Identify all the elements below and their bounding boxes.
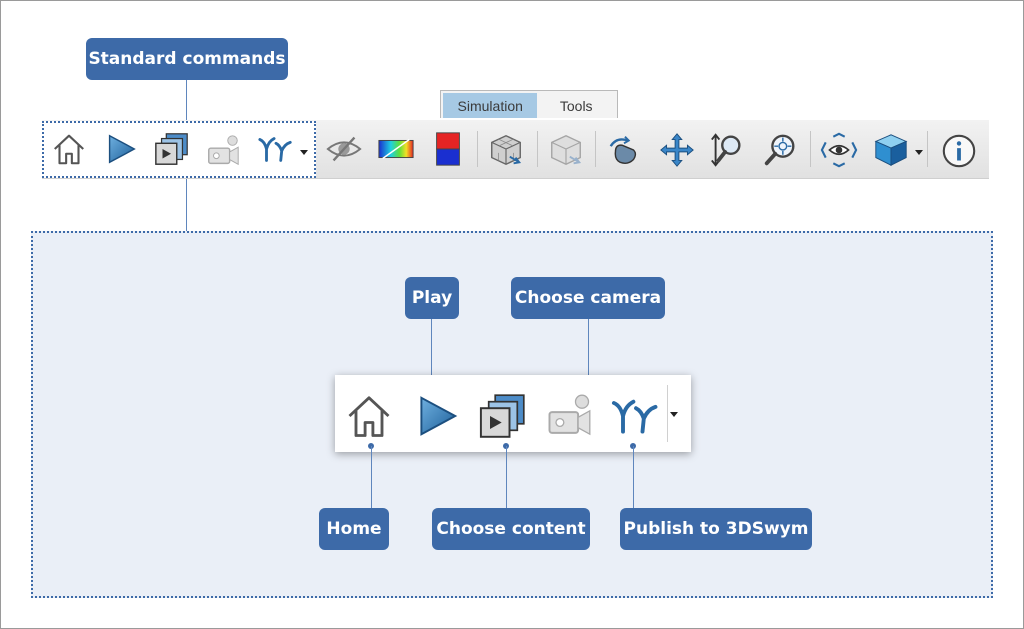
pan-icon[interactable] xyxy=(658,131,696,169)
gradient-icon[interactable] xyxy=(377,130,415,168)
publish-3dswym-icon[interactable] xyxy=(257,130,295,168)
connector-home xyxy=(371,446,372,508)
mesh-cube-gray-icon[interactable] xyxy=(547,131,585,169)
color-bar-icon[interactable] xyxy=(429,130,467,168)
mesh-cube-icon[interactable] xyxy=(487,131,525,169)
play-icon[interactable] xyxy=(102,130,140,168)
publish-3dswym-icon[interactable] xyxy=(610,390,662,442)
callout-play: Play xyxy=(405,277,459,319)
play-icon[interactable] xyxy=(411,390,463,442)
callout-home: Home xyxy=(319,508,389,550)
callout-choose-content: Choose content xyxy=(432,508,590,550)
rotate-hand-icon[interactable] xyxy=(605,131,643,169)
callout-publish: Publish to 3DSwym xyxy=(620,508,812,550)
choose-content-icon[interactable] xyxy=(477,390,529,442)
view-eye-icon[interactable] xyxy=(820,131,858,169)
toolbar-separator xyxy=(810,131,811,167)
publish-dropdown-icon[interactable] xyxy=(670,412,678,417)
publish-dropdown-icon[interactable] xyxy=(300,150,308,155)
home-icon[interactable] xyxy=(50,130,88,168)
connector-standard-bottom xyxy=(186,178,187,231)
choose-camera-icon[interactable] xyxy=(204,132,242,170)
toolbar-separator xyxy=(927,131,928,167)
toolbar-separator xyxy=(477,131,478,167)
visibility-icon[interactable] xyxy=(325,130,363,168)
choose-content-icon[interactable] xyxy=(153,130,191,168)
choose-camera-icon[interactable] xyxy=(543,390,595,442)
connector-publish xyxy=(633,446,634,508)
connector-choose-content xyxy=(506,446,507,508)
toolbar-separator xyxy=(595,131,596,167)
tab-tools[interactable]: Tools xyxy=(537,93,615,118)
tab-simulation[interactable]: Simulation xyxy=(443,93,538,118)
view-cube-icon[interactable] xyxy=(872,131,910,169)
zoom-icon[interactable] xyxy=(708,131,746,169)
view-dropdown-icon[interactable] xyxy=(915,150,923,155)
callout-standard-commands: Standard commands xyxy=(86,38,288,80)
ribbon-tabs: Simulation Tools xyxy=(440,90,618,118)
zoom-fit-icon[interactable] xyxy=(761,131,799,169)
toolbar-separator xyxy=(537,131,538,167)
home-icon[interactable] xyxy=(343,390,395,442)
callout-choose-camera: Choose camera xyxy=(511,277,665,319)
connector-standard-top xyxy=(186,80,187,121)
connector-play xyxy=(431,319,432,383)
toolbar-separator xyxy=(667,385,668,442)
info-icon[interactable] xyxy=(940,132,978,170)
connector-choose-camera xyxy=(588,319,589,383)
